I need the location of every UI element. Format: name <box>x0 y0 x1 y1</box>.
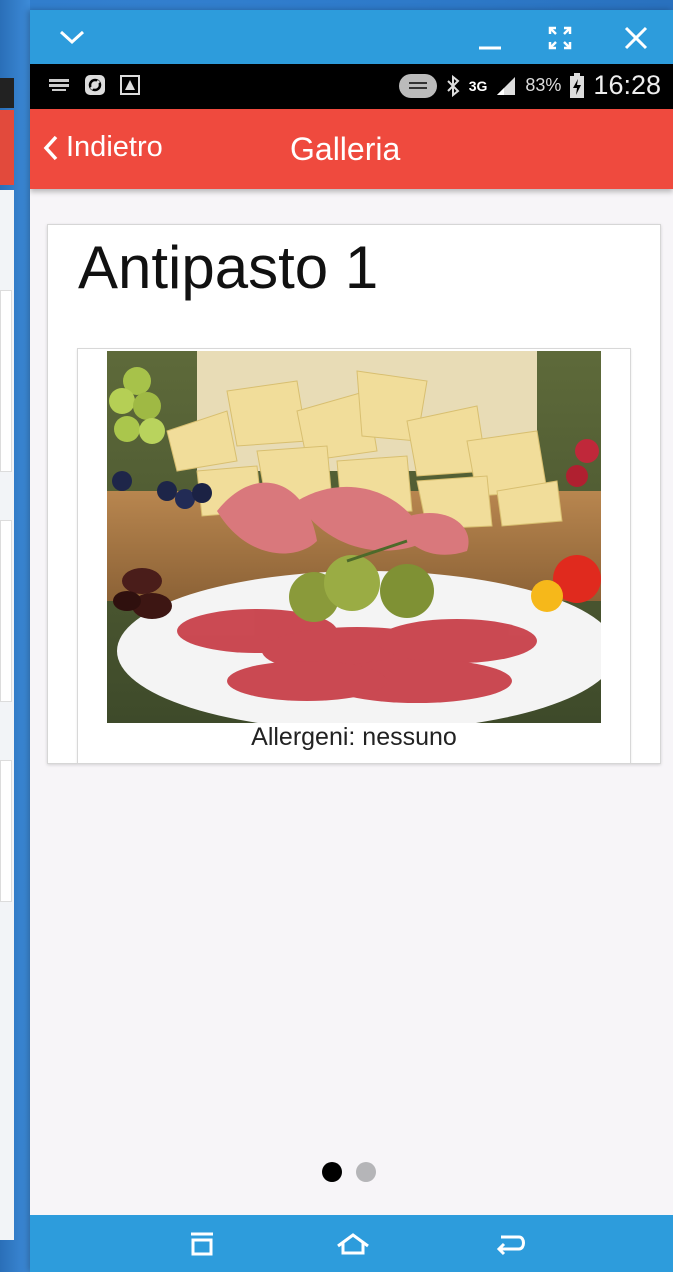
backdrop-card <box>0 290 12 472</box>
backdrop-card <box>0 760 12 902</box>
photo-app-icon <box>120 75 140 95</box>
bluetooth-icon <box>446 74 460 97</box>
system-nav-bar <box>30 1215 673 1272</box>
backdrop-status-bar <box>0 78 14 108</box>
window-title-bar <box>30 10 673 64</box>
backdrop-card <box>0 520 12 702</box>
chevron-left-icon <box>43 135 58 160</box>
allergens-label: Allergeni: nessuno <box>251 723 457 751</box>
sync-app-icon <box>85 75 105 95</box>
page-title: Galleria <box>290 131 401 167</box>
status-notification-icons <box>48 74 140 96</box>
network-type: 3G <box>468 77 488 94</box>
menu-pill-icon <box>398 73 437 98</box>
page-dot-active[interactable] <box>322 1162 342 1182</box>
dish-title: Antipasto 1 <box>78 234 379 301</box>
status-system-icons: 3G 83% 16:28 <box>398 70 661 101</box>
dish-image-card[interactable]: Allergeni: nessuno <box>77 348 631 763</box>
page-indicator <box>322 1162 376 1182</box>
app-nav-bar: Indietro Galleria <box>30 109 673 189</box>
emulator-window: 3G 83% 16:28 Indietro Galleria Antipasto… <box>30 10 673 1272</box>
battery-charging-icon <box>570 72 585 98</box>
backdrop-nav-bar <box>0 110 14 185</box>
keyboard-icon <box>49 79 69 91</box>
status-bar: 3G 83% 16:28 <box>30 64 673 109</box>
back-icon[interactable] <box>490 1227 530 1261</box>
battery-percent: 83% <box>525 75 562 95</box>
status-time: 16:28 <box>593 70 661 100</box>
expand-icon[interactable] <box>540 18 580 58</box>
chevron-down-icon[interactable] <box>52 18 92 58</box>
home-icon[interactable] <box>333 1227 373 1261</box>
dish-photo <box>107 351 601 723</box>
page-dot[interactable] <box>356 1162 376 1182</box>
back-button[interactable]: Indietro <box>42 131 163 164</box>
backdrop-strip <box>0 0 30 1272</box>
recent-apps-icon[interactable] <box>182 1227 222 1261</box>
signal-icon <box>497 76 516 95</box>
minimize-icon[interactable] <box>470 18 510 58</box>
back-button-label: Indietro <box>66 131 163 163</box>
close-icon[interactable] <box>616 18 656 58</box>
dish-card: Antipasto 1 Allergeni: nessuno <box>47 224 661 764</box>
